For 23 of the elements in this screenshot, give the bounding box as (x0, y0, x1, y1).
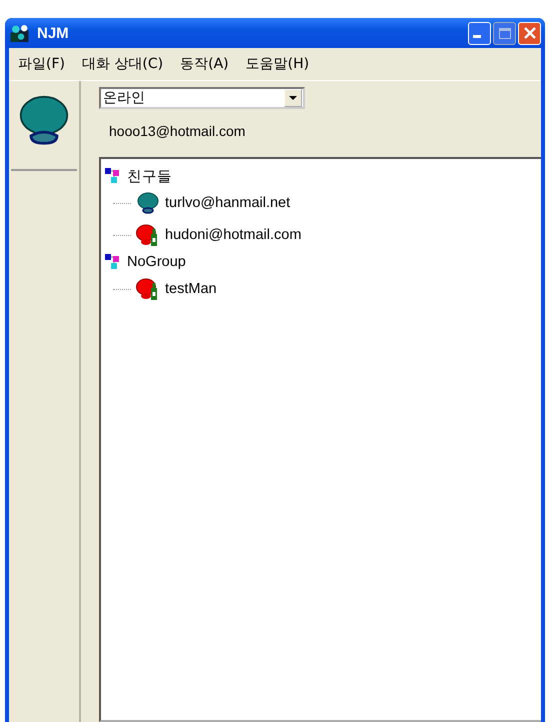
status-dropdown[interactable]: 온라인 (99, 87, 305, 109)
minimize-button[interactable] (468, 22, 491, 44)
minimize-icon (472, 34, 480, 38)
group-icon (105, 254, 121, 270)
menu-item[interactable]: 파일(F) (18, 55, 65, 73)
contact-name[interactable]: testMan (165, 281, 217, 297)
app-icon (9, 24, 31, 42)
close-button[interactable] (518, 22, 541, 44)
group-icon (105, 168, 121, 184)
dropdown-arrow-icon (289, 96, 297, 100)
menu-item[interactable]: 대화 상대(C) (82, 55, 164, 73)
menu-item[interactable]: 동작(A) (180, 55, 229, 73)
group-name[interactable]: 친구들 (127, 166, 172, 186)
close-icon (524, 27, 536, 39)
maximize-button[interactable] (493, 22, 516, 44)
person-icon (135, 192, 161, 214)
group-name[interactable]: NoGroup (127, 254, 186, 270)
window-title: NJM (37, 24, 69, 42)
contact-name[interactable]: hudoni@hotmail.com (165, 227, 302, 243)
contact-name[interactable]: turlvo@hanmail.net (165, 195, 290, 211)
maximize-icon (498, 28, 510, 38)
account-email: hooo13@hotmail.com (108, 123, 246, 139)
menu-item[interactable]: 도움말(H) (246, 55, 310, 73)
